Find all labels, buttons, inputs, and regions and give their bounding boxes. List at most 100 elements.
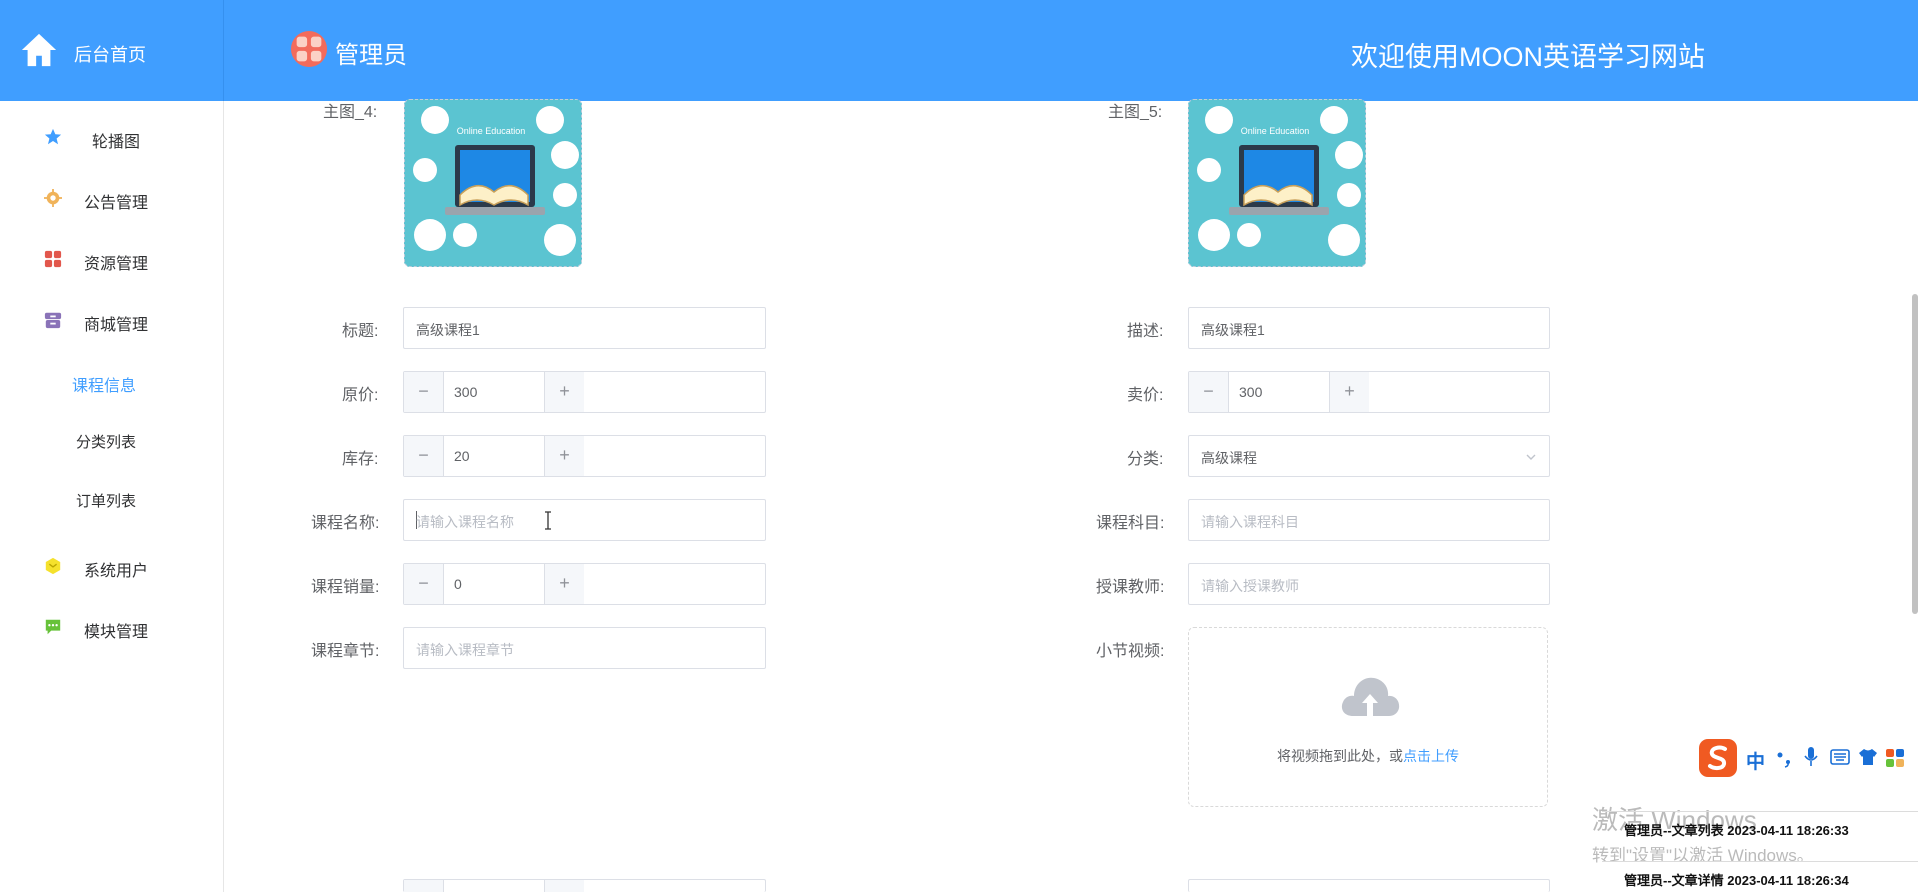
course-subject-label: 课程科目:	[1096, 515, 1165, 532]
orig-price-stepper[interactable]: − 300 +	[403, 371, 766, 413]
title-input[interactable]: 高级课程1	[403, 307, 766, 349]
log-notification: 管理员--文章详情 2023-04-11 18:26:34	[1602, 861, 1918, 892]
decrement-button[interactable]: −	[404, 372, 444, 412]
decrement-button[interactable]: −	[404, 564, 444, 604]
ime-mode-label[interactable]: 中	[1746, 747, 1765, 774]
ime-toolbar: 中	[1697, 737, 1918, 779]
image-caption: Online Education	[457, 126, 526, 136]
desc-input[interactable]: 高级课程1	[1188, 307, 1550, 349]
user-icon	[45, 557, 61, 575]
upload-text: 将视频拖到此处，或	[1277, 748, 1403, 764]
course-name-placeholder: 请输入课程名称	[416, 514, 514, 530]
sale-price-value: 300	[1239, 384, 1263, 400]
sidebar-subitem-course-info[interactable]: 课程信息	[0, 360, 223, 400]
image4-thumbnail[interactable]: Online Education	[404, 99, 582, 267]
sidebar-item-resources[interactable]: 资源管理	[0, 238, 223, 278]
microphone-icon[interactable]	[1803, 746, 1819, 768]
stock-stepper[interactable]: − 20 +	[403, 435, 766, 477]
category-label: 分类:	[1127, 451, 1164, 468]
welcome-title: 欢迎使用MOON英语学习网站	[1351, 42, 1705, 72]
skin-shirt-icon[interactable]	[1858, 748, 1878, 766]
brand-home-link[interactable]: 后台首页	[0, 0, 224, 101]
course-subject-input[interactable]: 请输入课程科目	[1188, 499, 1550, 541]
stock-label: 库存:	[342, 451, 379, 468]
sales-label: 课程销量:	[311, 579, 380, 596]
sidebar-item-shop[interactable]: 商城管理	[0, 299, 223, 339]
course-name-label: 课程名称:	[311, 515, 380, 532]
increment-button[interactable]: +	[1329, 372, 1369, 412]
grid-icon	[44, 250, 62, 268]
stock-value: 20	[454, 448, 470, 464]
teacher-input[interactable]: 请输入授课教师	[1188, 563, 1550, 605]
sidebar-subitem-label: 分类列表	[76, 434, 137, 451]
image-caption: Online Education	[1241, 126, 1310, 136]
course-subject-placeholder: 请输入课程科目	[1201, 514, 1299, 530]
punctuation-icon[interactable]	[1776, 750, 1794, 768]
sidebar-item-carousel[interactable]: 轮播图	[0, 116, 223, 156]
upload-link[interactable]: 点击上传	[1403, 748, 1459, 764]
sidebar: 轮播图 公告管理 资源管理 商城管理 课程信息 分类列表 订单列表 系统用户 模…	[0, 101, 224, 892]
decrement-button[interactable]	[404, 880, 444, 892]
sale-price-label: 卖价:	[1127, 387, 1164, 404]
text-cursor-icon	[545, 511, 551, 530]
next-row-input[interactable]	[1188, 879, 1550, 892]
image5-thumbnail[interactable]: Online Education	[1188, 99, 1366, 267]
category-select[interactable]: 高级课程	[1188, 435, 1550, 477]
chapter-input[interactable]: 请输入课程章节	[403, 627, 766, 669]
chevron-down-icon	[1526, 454, 1536, 460]
teacher-label: 授课教师:	[1096, 579, 1165, 596]
sidebar-subitem-order-list[interactable]: 订单列表	[0, 478, 223, 518]
star-icon	[44, 128, 62, 145]
sidebar-item-label: 系统用户	[84, 563, 149, 580]
desc-label: 描述:	[1127, 323, 1164, 340]
title-value: 高级课程1	[416, 322, 480, 338]
admin-logo-icon	[290, 30, 328, 68]
next-row-stepper[interactable]	[403, 879, 766, 892]
decrement-button[interactable]: −	[1189, 372, 1229, 412]
increment-button[interactable]: +	[544, 436, 584, 476]
sidebar-item-label: 轮播图	[92, 134, 141, 151]
course-name-input[interactable]: 请输入课程名称	[403, 499, 766, 541]
title-label: 标题:	[342, 323, 379, 340]
box-icon	[44, 312, 62, 329]
increment-button[interactable]: +	[544, 372, 584, 412]
orig-price-value: 300	[454, 384, 478, 400]
image5-label: 主图_5:	[1108, 104, 1163, 121]
category-value: 高级课程	[1201, 450, 1257, 466]
sidebar-item-system-users[interactable]: 系统用户	[0, 545, 223, 585]
video-upload-dropzone[interactable]: 将视频拖到此处，或点击上传	[1188, 627, 1548, 807]
top-header: 后台首页 管理员 欢迎使用MOON英语学习网站	[0, 0, 1918, 101]
sales-stepper[interactable]: − 0 +	[403, 563, 766, 605]
chapter-label: 课程章节:	[311, 643, 380, 660]
image4-label: 主图_4:	[323, 104, 378, 121]
increment-button[interactable]: +	[544, 564, 584, 604]
video-label: 小节视频:	[1096, 643, 1165, 660]
sidebar-item-label: 模块管理	[84, 624, 149, 641]
sidebar-item-modules[interactable]: 模块管理	[0, 606, 223, 646]
log-text: 管理员--文章详情 2023-04-11 18:26:34	[1624, 873, 1849, 888]
scrollbar-thumb[interactable]	[1912, 294, 1918, 614]
sidebar-subitem-category-list[interactable]: 分类列表	[0, 419, 223, 459]
log-text: 管理员--文章列表 2023-04-11 18:26:33	[1624, 823, 1849, 838]
chapter-placeholder: 请输入课程章节	[416, 642, 514, 658]
increment-button[interactable]	[544, 880, 584, 892]
home-icon	[21, 33, 57, 67]
log-notification: 管理员--文章列表 2023-04-11 18:26:33	[1602, 811, 1918, 845]
sogou-ime-icon[interactable]	[1697, 737, 1739, 779]
orig-price-label: 原价:	[342, 387, 379, 404]
decrement-button[interactable]: −	[404, 436, 444, 476]
upload-hint: 将视频拖到此处，或点击上传	[1189, 746, 1547, 766]
toolbox-icon[interactable]	[1885, 748, 1905, 768]
sidebar-subitem-label: 订单列表	[76, 493, 137, 510]
sidebar-item-label: 商城管理	[84, 317, 149, 334]
sale-price-stepper[interactable]: − 300 +	[1188, 371, 1550, 413]
sidebar-item-label: 公告管理	[84, 195, 149, 212]
role-label: 管理员	[335, 42, 407, 69]
sales-value: 0	[454, 576, 462, 592]
keyboard-icon[interactable]	[1830, 748, 1850, 766]
teacher-placeholder: 请输入授课教师	[1201, 578, 1299, 594]
sidebar-subitem-label: 课程信息	[72, 378, 137, 395]
home-label: 后台首页	[74, 45, 146, 65]
sidebar-item-notice[interactable]: 公告管理	[0, 177, 223, 217]
desc-value: 高级课程1	[1201, 322, 1265, 338]
